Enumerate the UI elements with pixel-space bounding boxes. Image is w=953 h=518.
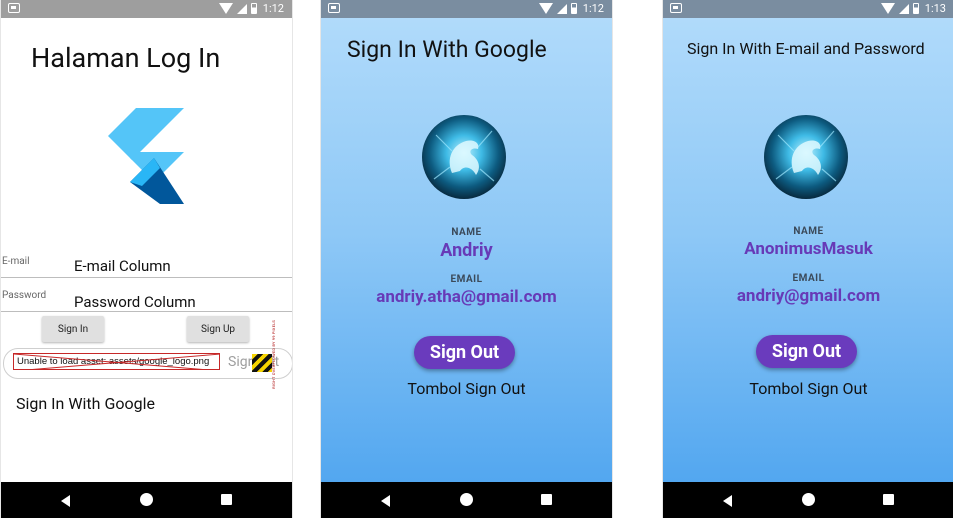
email-underline: [1, 277, 292, 278]
recents-square-icon[interactable]: [221, 494, 232, 505]
back-triangle-icon[interactable]: [381, 495, 390, 507]
battery-icon: [250, 3, 257, 14]
avatar: [422, 115, 506, 199]
status-bar: 1:13: [663, 0, 953, 18]
battery-icon: [570, 3, 577, 14]
sign-out-caption: Tombol Sign Out: [749, 379, 868, 398]
name-label: NAME: [451, 227, 482, 238]
google-caption: Sign In With Google: [16, 394, 155, 413]
wifi-icon: [218, 3, 233, 14]
page-title: Sign In With E-mail and Password: [687, 39, 925, 58]
home-circle-icon[interactable]: [802, 493, 815, 506]
back-triangle-icon[interactable]: [61, 495, 70, 507]
signal-icon: [898, 3, 909, 14]
page-title: Halaman Log In: [31, 42, 221, 74]
name-label: NAME: [793, 226, 824, 237]
fairy-tail-emblem-icon: [433, 130, 495, 182]
status-bar: 1:12: [1, 0, 292, 18]
battery-icon: [912, 3, 919, 14]
sign-out-button[interactable]: Sign Out: [756, 335, 857, 368]
flutter-logo-icon: [108, 108, 184, 204]
email-value: andriy@gmail.com: [736, 286, 881, 306]
login-screen: 1:12 Halaman Log In E-mail E-mail Column…: [0, 0, 293, 518]
wifi-icon: [538, 3, 553, 14]
nav-bar: [663, 482, 953, 518]
notification-icon: [8, 3, 20, 13]
password-field[interactable]: Password Column: [74, 293, 196, 311]
status-bar: 1:12: [321, 0, 612, 18]
email-label: EMAIL: [792, 273, 825, 284]
email-field[interactable]: E-mail Column: [74, 257, 171, 275]
wifi-icon: [880, 3, 895, 14]
overflow-warning: RIGHT OVERFLOWED BY 99 PIXELS: [271, 320, 276, 389]
nav-bar: [1, 482, 292, 518]
asset-error-box: Unable to load asset: assets/google_logo…: [13, 353, 220, 370]
password-underline: [1, 311, 292, 312]
email-profile-screen: 1:13 Sign In With E-mail and Password NA…: [662, 0, 953, 518]
notification-icon: [328, 3, 340, 13]
email-label: EMAIL: [450, 274, 483, 285]
signal-icon: [236, 3, 247, 14]
status-clock: 1:13: [924, 2, 946, 15]
back-triangle-icon[interactable]: [723, 495, 732, 507]
notification-icon: [670, 3, 682, 13]
status-clock: 1:12: [262, 2, 284, 15]
avatar: [764, 115, 848, 199]
email-label: E-mail: [2, 256, 30, 267]
status-clock: 1:12: [582, 2, 604, 15]
sign-out-caption: Tombol Sign Out: [407, 379, 526, 398]
sign-in-button[interactable]: Sign In: [42, 316, 104, 342]
password-label: Password: [2, 290, 47, 301]
overflow-stripe-icon: [252, 354, 272, 372]
home-circle-icon[interactable]: [140, 493, 153, 506]
fairy-tail-emblem-icon: [775, 130, 837, 182]
google-sign-in-button[interactable]: Unable to load asset: assets/google_logo…: [3, 348, 292, 379]
email-value: andriy.atha@gmail.com: [376, 287, 557, 307]
home-circle-icon[interactable]: [460, 493, 473, 506]
sign-out-button[interactable]: Sign Out: [414, 336, 515, 369]
page-title: Sign In With Google: [347, 36, 547, 63]
name-value: Andriy: [440, 240, 493, 261]
sign-up-button[interactable]: Sign Up: [187, 316, 249, 342]
recents-square-icon[interactable]: [883, 494, 894, 505]
recents-square-icon[interactable]: [541, 494, 552, 505]
error-cross-icon: [14, 354, 219, 369]
signal-icon: [556, 3, 567, 14]
nav-bar: [321, 482, 612, 518]
google-profile-screen: 1:12 Sign In With Google NAME Andriy EMA…: [320, 0, 613, 518]
name-value: AnonimusMasuk: [744, 239, 873, 259]
